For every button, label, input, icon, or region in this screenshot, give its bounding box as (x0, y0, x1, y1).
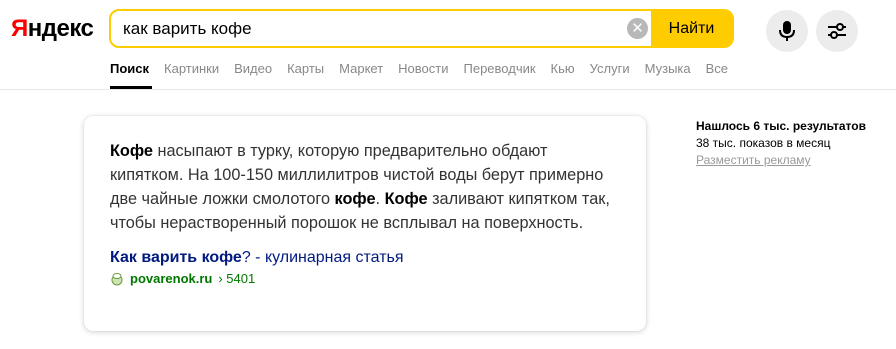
tab-translator[interactable]: Переводчик (464, 61, 536, 76)
answer-text-2: . (375, 190, 385, 208)
tab-services[interactable]: Услуги (590, 61, 630, 76)
result-source: povarenok.ru › 5401 (110, 271, 620, 286)
tab-news[interactable]: Новости (398, 61, 448, 76)
source-domain-link[interactable]: povarenok.ru (130, 271, 212, 286)
clear-search-button[interactable]: ✕ (627, 18, 648, 39)
sliders-icon (828, 23, 846, 39)
tab-music[interactable]: Музыка (645, 61, 691, 76)
povarenok-favicon-icon (111, 272, 123, 285)
logo-first-letter: Я (11, 15, 28, 42)
close-icon: ✕ (631, 20, 644, 37)
tab-maps[interactable]: Карты (287, 61, 324, 76)
answer-bold-1: Кофе (110, 142, 153, 160)
results-count: Нашлось 6 тыс. результатов (696, 119, 866, 133)
results-stats: Нашлось 6 тыс. результатов 38 тыс. показ… (696, 118, 866, 169)
monthly-impressions: 38 тыс. показов в месяц (696, 136, 831, 150)
tab-video[interactable]: Видео (234, 61, 272, 76)
voice-search-button[interactable] (766, 10, 808, 52)
result-title-bold: Как варить кофе (110, 249, 242, 266)
yandex-logo[interactable]: Яндекс (11, 15, 94, 43)
tab-q[interactable]: Кью (551, 61, 575, 76)
answer-bold-3: Кофе (384, 190, 428, 208)
filters-button[interactable] (816, 10, 858, 52)
microphone-icon (779, 21, 795, 41)
answer-snippet: Кофе насыпают в турку, которую предварит… (110, 139, 620, 235)
logo-rest: ндекс (27, 15, 94, 42)
answer-card: Кофе насыпают в турку, которую предварит… (84, 116, 646, 331)
tab-market[interactable]: Маркет (339, 61, 383, 76)
source-path: › 5401 (218, 271, 256, 286)
header-divider (0, 89, 896, 90)
search-input[interactable] (123, 11, 613, 46)
search-tabs: Поиск Картинки Видео Карты Маркет Новост… (110, 61, 728, 76)
result-title-rest: ? - кулинарная статья (241, 249, 404, 266)
place-ad-link[interactable]: Разместить рекламу (696, 152, 866, 169)
answer-bold-2: кофе (334, 190, 376, 208)
tab-search[interactable]: Поиск (110, 61, 149, 76)
tab-images[interactable]: Картинки (164, 61, 219, 76)
result-title-link[interactable]: Как варить кофе? - кулинарная статья (110, 247, 620, 269)
tab-all[interactable]: Все (706, 61, 728, 76)
search-box: ✕ Найти (109, 9, 734, 48)
search-submit-button[interactable]: Найти (651, 11, 732, 46)
